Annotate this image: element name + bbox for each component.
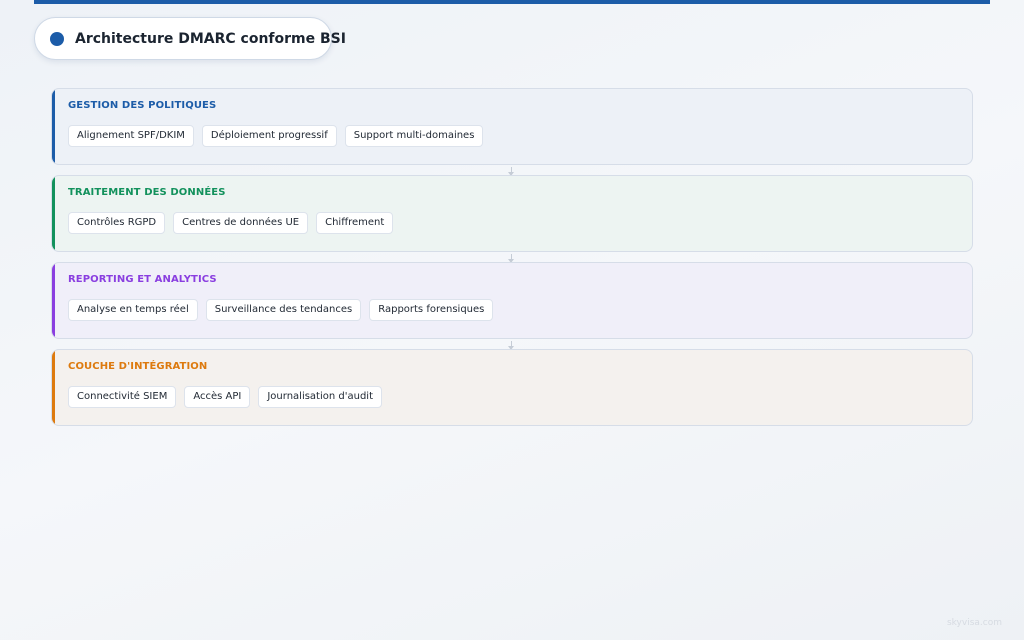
layer-components: Analyse en temps réel Surveillance des t… (68, 299, 494, 321)
layer-integration: COUCHE D'INTÉGRATION Connectivité SIEM A… (51, 349, 973, 426)
component-chip: Alignement SPF/DKIM (68, 125, 194, 147)
component-chip: Journalisation d'audit (258, 386, 383, 408)
component-chip: Connectivité SIEM (68, 386, 177, 408)
layer-title: COUCHE D'INTÉGRATION (68, 361, 208, 372)
layer-components: Connectivité SIEM Accès API Journalisati… (68, 386, 383, 408)
component-chip: Analyse en temps réel (68, 299, 198, 321)
component-chip: Surveillance des tendances (205, 299, 362, 321)
diagram-title-badge: Architecture DMARC conforme BSI (34, 17, 346, 60)
connector-arrow-icon (508, 341, 514, 350)
diagram-title: Architecture DMARC conforme BSI (75, 30, 346, 47)
layer-components: Alignement SPF/DKIM Déploiement progress… (68, 125, 484, 147)
component-chip: Chiffrement (316, 212, 394, 234)
watermark: skyvisa.com (946, 618, 1002, 628)
layer-accent-bar (52, 350, 55, 425)
component-chip: Déploiement progressif (201, 125, 337, 147)
layer-data-processing: TRAITEMENT DES DONNÉES Contrôles RGPD Ce… (51, 175, 973, 252)
component-chip: Support multi-domaines (344, 125, 484, 147)
top-accent-bar (34, 0, 990, 4)
layer-accent-bar (52, 263, 55, 338)
layer-title: TRAITEMENT DES DONNÉES (68, 187, 226, 198)
layer-title: REPORTING ET ANALYTICS (68, 274, 217, 285)
component-chip: Rapports forensiques (369, 299, 494, 321)
connector-arrow-icon (508, 167, 514, 176)
connector-arrow-icon (508, 254, 514, 263)
title-dot-icon (50, 31, 64, 46)
layer-reporting-analytics: REPORTING ET ANALYTICS Analyse en temps … (51, 262, 973, 339)
layer-components: Contrôles RGPD Centres de données UE Chi… (68, 212, 394, 234)
layer-accent-bar (52, 176, 55, 251)
component-chip: Accès API (184, 386, 251, 408)
layer-accent-bar (52, 89, 55, 164)
layer-title: GESTION DES POLITIQUES (68, 100, 217, 111)
component-chip: Contrôles RGPD (68, 212, 166, 234)
component-chip: Centres de données UE (173, 212, 309, 234)
layer-policy-management: GESTION DES POLITIQUES Alignement SPF/DK… (51, 88, 973, 165)
